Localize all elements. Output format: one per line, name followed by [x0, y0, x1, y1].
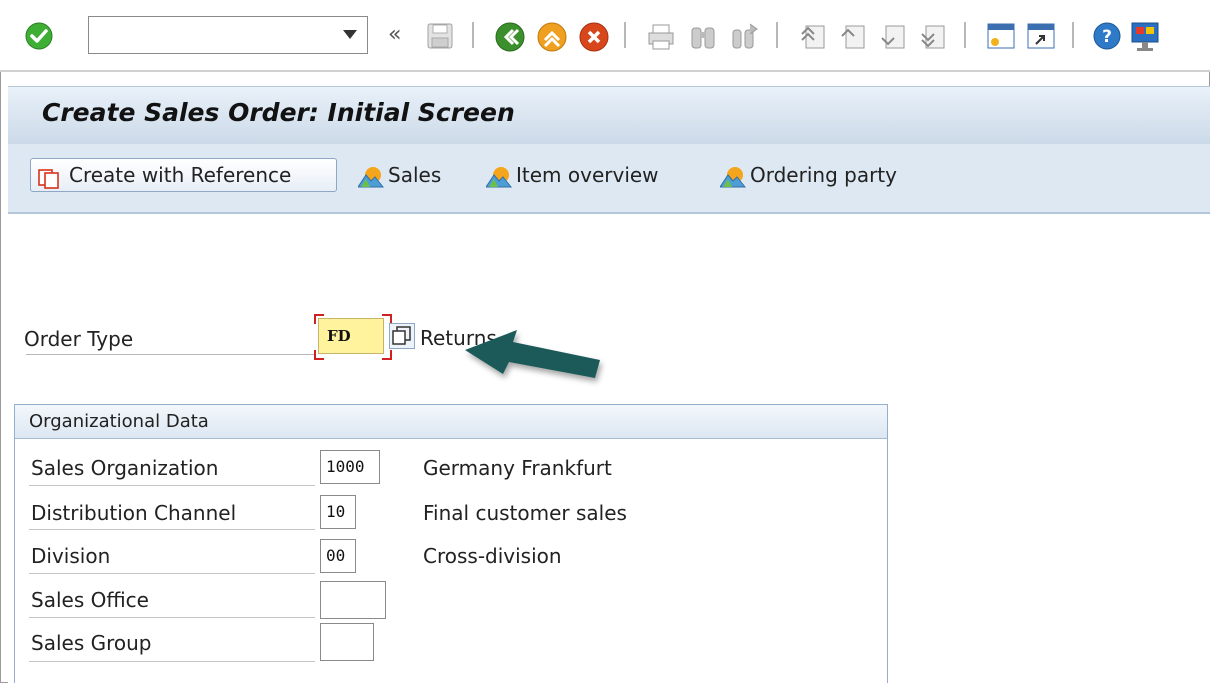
double-chevron-left-icon[interactable]: « [388, 24, 401, 46]
sales-organization-input[interactable]: 1000 [320, 450, 380, 484]
order-type-input[interactable]: FD [318, 318, 384, 354]
back-icon[interactable] [494, 21, 526, 57]
command-field[interactable] [88, 16, 368, 54]
toolbar-separator [776, 22, 778, 48]
exit-icon[interactable] [536, 21, 568, 57]
title-bar: Create Sales Order: Initial Screen [8, 86, 1210, 145]
copy-document-icon [38, 166, 60, 198]
next-page-icon[interactable] [878, 22, 908, 56]
distribution-channel-input[interactable]: 10 [320, 495, 356, 529]
help-icon[interactable]: ? [1092, 21, 1122, 55]
previous-page-icon[interactable] [838, 22, 868, 56]
sales-office-input[interactable] [320, 581, 386, 619]
sales-organization-description: Germany Frankfurt [423, 456, 612, 480]
first-page-icon[interactable] [798, 22, 828, 56]
toolbar-separator [624, 22, 626, 48]
overview-mountain-icon [719, 164, 747, 198]
field-underline [29, 485, 315, 486]
sales-group-label: Sales Group [31, 631, 152, 655]
value-help-icon [392, 326, 411, 345]
toolbar-divider [0, 70, 1210, 72]
item-overview-label: Item overview [516, 163, 659, 187]
field-underline [26, 354, 316, 355]
save-icon[interactable] [426, 22, 456, 54]
shortcut-icon[interactable] [1026, 21, 1056, 55]
create-with-reference-button[interactable]: Create with Reference [30, 158, 337, 192]
cancel-icon[interactable] [578, 21, 610, 57]
focus-corner [382, 350, 392, 360]
field-underline [29, 617, 315, 618]
last-page-icon[interactable] [918, 22, 948, 56]
focus-corner [314, 350, 324, 360]
find-next-icon[interactable] [730, 22, 760, 56]
toolbar-separator [1072, 22, 1074, 48]
ordering-party-label: Ordering party [750, 163, 897, 187]
value-help-button[interactable] [389, 323, 415, 349]
distribution-channel-label: Distribution Channel [31, 501, 237, 525]
enter-check-icon[interactable] [24, 21, 54, 51]
sales-organization-label: Sales Organization [31, 456, 219, 480]
toolbar-separator [964, 22, 966, 48]
field-underline [29, 529, 315, 530]
division-description: Cross-division [423, 544, 562, 568]
annotation-arrow-icon [465, 330, 600, 378]
organizational-data-group: Organizational Data Sales Organization 1… [14, 404, 888, 683]
distribution-channel-description: Final customer sales [423, 501, 627, 525]
order-type-label: Order Type [24, 327, 134, 351]
group-title: Organizational Data [29, 411, 209, 432]
customize-layout-icon[interactable] [1128, 20, 1162, 58]
find-icon[interactable] [688, 22, 718, 56]
group-header: Organizational Data [15, 405, 887, 439]
focus-corner [314, 314, 324, 324]
toolbar-separator [472, 22, 474, 48]
new-session-icon[interactable] [986, 21, 1016, 55]
overview-mountain-icon [485, 164, 513, 198]
sales-label: Sales [388, 163, 442, 187]
print-icon[interactable] [646, 22, 676, 56]
sales-group-input[interactable] [320, 623, 374, 661]
field-underline [29, 573, 315, 574]
svg-text:?: ? [1102, 27, 1112, 47]
overview-mountain-icon [357, 164, 385, 198]
sales-office-label: Sales Office [31, 588, 149, 612]
division-label: Division [31, 544, 111, 568]
dropdown-icon[interactable] [343, 30, 357, 39]
page-title: Create Sales Order: Initial Screen [42, 98, 515, 127]
application-toolbar: Create with Reference Sales Item overvie… [8, 144, 1210, 214]
field-underline [29, 661, 315, 662]
division-input[interactable]: 00 [320, 539, 356, 573]
create-with-reference-label: Create with Reference [69, 163, 292, 187]
standard-toolbar: « ? [0, 0, 1210, 72]
